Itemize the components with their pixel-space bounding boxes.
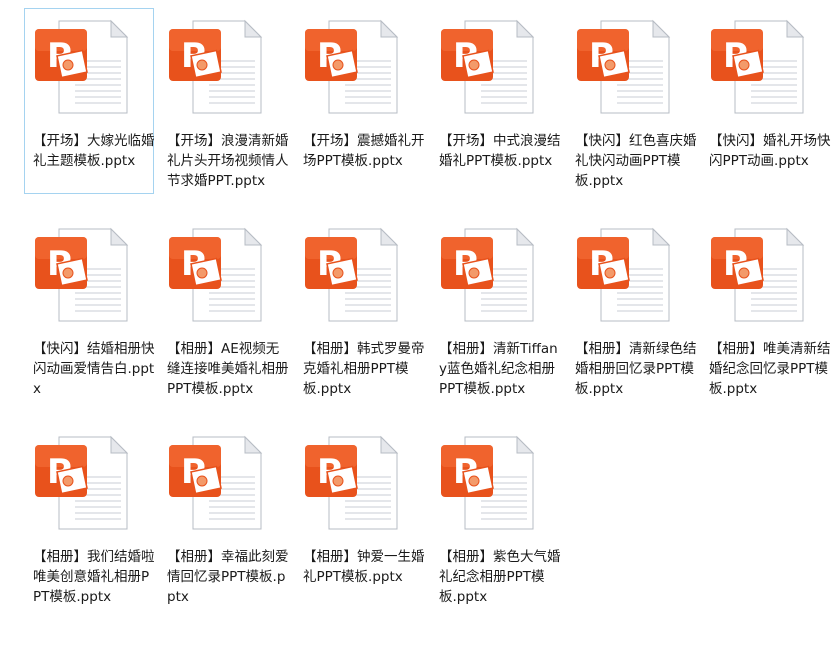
file-item[interactable]: P 【相册】韩式罗曼帝克婚礼相册PPT模板.pptx (294, 216, 425, 416)
file-name-label: 【开场】大嫁光临婚礼主题模板.pptx (33, 133, 155, 169)
file-name-label: 【快闪】红色喜庆婚礼快闪动画PPT模板.pptx (575, 133, 697, 189)
powerpoint-file-icon: P (165, 225, 265, 325)
file-item[interactable]: P 【相册】AE视频无缝连接唯美婚礼相册PPT模板.pptx (158, 216, 289, 416)
file-item[interactable]: P 【快闪】结婚相册快闪动画爱情告白.pptx (24, 216, 155, 416)
file-item[interactable]: P 【相册】唯美清新结婚纪念回忆录PPT模板.pptx (700, 216, 831, 416)
file-item[interactable]: P 【开场】浪漫清新婚礼片头开场视频情人节求婚PPT.pptx (158, 8, 289, 208)
file-item[interactable]: P 【快闪】婚礼开场快闪PPT动画.pptx (700, 8, 831, 208)
powerpoint-file-icon: P (437, 433, 537, 533)
powerpoint-file-icon: P (31, 433, 131, 533)
file-name-label: 【相册】清新Tiffany蓝色婚礼纪念相册PPT模板.pptx (439, 341, 558, 397)
file-item[interactable]: P 【开场】大嫁光临婚礼主题模板.pptx (24, 8, 155, 194)
file-name-label: 【相册】清新绿色结婚相册回忆录PPT模板.pptx (575, 341, 697, 397)
file-item[interactable]: P 【相册】幸福此刻爱情回忆录PPT模板.pptx (158, 424, 289, 624)
file-name-label: 【相册】唯美清新结婚纪念回忆录PPT模板.pptx (709, 341, 831, 397)
powerpoint-file-icon: P (573, 17, 673, 117)
powerpoint-file-icon: P (437, 17, 537, 117)
powerpoint-file-icon: P (707, 17, 807, 117)
file-name-label: 【开场】中式浪漫结婚礼PPT模板.pptx (439, 133, 561, 169)
file-name-label: 【相册】AE视频无缝连接唯美婚礼相册PPT模板.pptx (167, 341, 289, 397)
powerpoint-file-icon: P (301, 225, 401, 325)
file-item[interactable]: P 【快闪】红色喜庆婚礼快闪动画PPT模板.pptx (566, 8, 697, 208)
file-item[interactable]: P 【相册】清新Tiffany蓝色婚礼纪念相册PPT模板.pptx (430, 216, 560, 416)
powerpoint-file-icon: P (301, 17, 401, 117)
file-item[interactable]: P 【相册】钟爱一生婚礼PPT模板.pptx (294, 424, 425, 624)
file-name-label: 【快闪】婚礼开场快闪PPT动画.pptx (709, 133, 831, 169)
file-name-label: 【快闪】结婚相册快闪动画爱情告白.pptx (33, 341, 155, 397)
powerpoint-file-icon: P (437, 225, 537, 325)
powerpoint-file-icon: P (301, 433, 401, 533)
file-name-label: 【相册】钟爱一生婚礼PPT模板.pptx (303, 549, 425, 585)
file-item[interactable]: P 【开场】中式浪漫结婚礼PPT模板.pptx (430, 8, 561, 208)
powerpoint-file-icon: P (707, 225, 807, 325)
file-name-label: 【开场】浪漫清新婚礼片头开场视频情人节求婚PPT.pptx (167, 133, 289, 189)
powerpoint-file-icon: P (165, 433, 265, 533)
file-name-label: 【相册】韩式罗曼帝克婚礼相册PPT模板.pptx (303, 341, 425, 397)
file-name-label: 【相册】幸福此刻爱情回忆录PPT模板.pptx (167, 549, 289, 605)
file-name-label: 【相册】我们结婚啦唯美创意婚礼相册PPT模板.pptx (33, 549, 155, 605)
powerpoint-file-icon: P (165, 17, 265, 117)
powerpoint-file-icon: P (31, 17, 131, 117)
file-item[interactable]: P 【相册】紫色大气婚礼纪念相册PPT模板.pptx (430, 424, 561, 624)
file-item[interactable]: P 【开场】震撼婚礼开场PPT模板.pptx (294, 8, 425, 208)
file-item[interactable]: P 【相册】清新绿色结婚相册回忆录PPT模板.pptx (566, 216, 697, 416)
file-grid: P 【开场】大嫁光临婚礼主题模板.pptx P 【开场】浪漫清新婚礼片头开场视频… (0, 0, 834, 648)
file-name-label: 【开场】震撼婚礼开场PPT模板.pptx (303, 133, 425, 169)
file-name-label: 【相册】紫色大气婚礼纪念相册PPT模板.pptx (439, 549, 561, 605)
powerpoint-file-icon: P (31, 225, 131, 325)
file-item[interactable]: P 【相册】我们结婚啦唯美创意婚礼相册PPT模板.pptx (24, 424, 155, 624)
powerpoint-file-icon: P (573, 225, 673, 325)
